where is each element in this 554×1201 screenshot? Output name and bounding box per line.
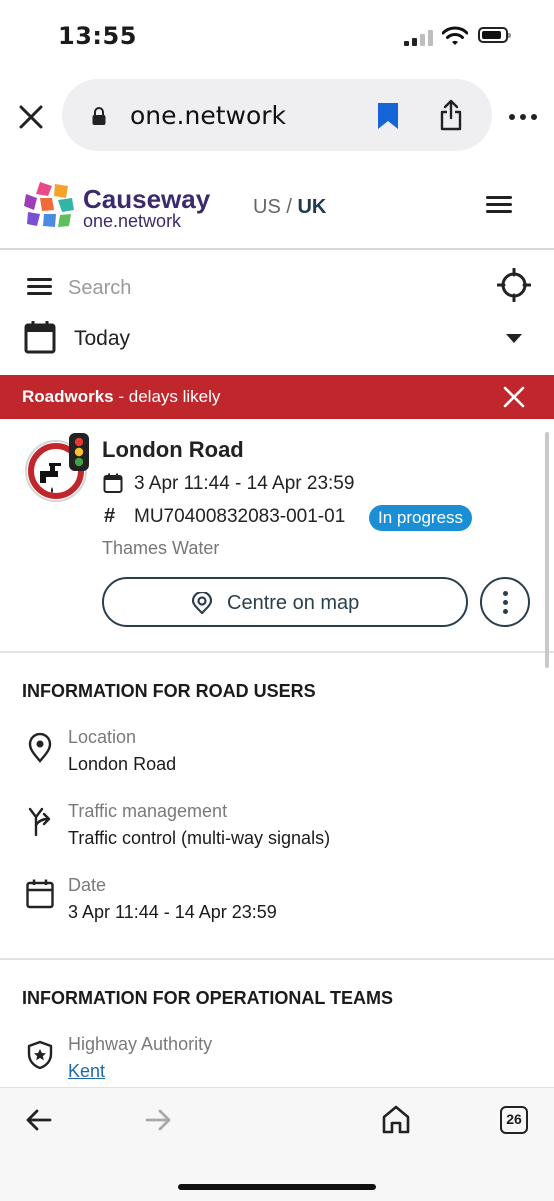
traffic-management-label: Traffic management [68, 801, 228, 821]
lock-icon [92, 107, 106, 125]
more-actions-button[interactable] [480, 577, 530, 627]
browser-toolbar: one.network [0, 76, 554, 158]
brand-subtitle: one.network [83, 211, 182, 231]
forward-arrow-icon[interactable] [145, 1108, 171, 1132]
event-card: London Road 3 Apr 11:44 - 14 Apr 23:59 #… [0, 419, 554, 653]
address-bar[interactable]: one.network [62, 79, 492, 151]
more-options-icon[interactable] [509, 114, 537, 120]
location-pin-icon [28, 733, 52, 763]
event-dates: 3 Apr 11:44 - 14 Apr 23:59 [134, 473, 355, 494]
status-time: 13:55 [58, 22, 137, 50]
close-icon[interactable] [503, 386, 525, 408]
region-separator: / [286, 196, 292, 218]
filter-menu-icon[interactable] [27, 278, 52, 295]
region-uk-link[interactable]: UK [297, 196, 326, 218]
highway-authority-link[interactable]: Kent [68, 1061, 105, 1082]
browser-bottom-bar: 26 [0, 1087, 554, 1201]
highway-authority-label: Highway Authority [68, 1034, 213, 1054]
centre-on-map-label: Centre on map [227, 592, 360, 614]
back-arrow-icon[interactable] [26, 1108, 52, 1132]
status-badge: In progress [369, 505, 473, 531]
event-title: London Road [102, 437, 244, 462]
cellular-signal-icon [404, 30, 434, 46]
roadworks-signals-icon [25, 433, 89, 502]
section-title: INFORMATION FOR OPERATIONAL TEAMS [22, 988, 393, 1008]
share-icon[interactable] [439, 99, 463, 131]
locate-me-icon[interactable] [497, 268, 531, 302]
section-title: INFORMATION FOR ROAD USERS [22, 681, 316, 701]
url-text: one.network [130, 101, 286, 130]
road-users-section: INFORMATION FOR ROAD USERS Location Lond… [0, 653, 554, 958]
region-us-link[interactable]: US [253, 196, 281, 218]
event-reference: MU70400832083-001-01 [134, 506, 346, 527]
home-icon[interactable] [381, 1104, 411, 1134]
bookmark-icon[interactable] [377, 102, 399, 130]
alert-message: - delays likely [118, 387, 221, 406]
calendar-icon [26, 879, 54, 909]
search-input[interactable] [66, 270, 470, 306]
location-label: Location [68, 727, 137, 747]
close-icon[interactable] [18, 104, 44, 130]
event-organisation: Thames Water [102, 538, 220, 558]
alert-text: Roadworks - delays likely [22, 387, 220, 407]
site-menu-icon[interactable] [486, 196, 512, 214]
turn-arrow-icon [28, 807, 51, 837]
alert-banner: Roadworks - delays likely [0, 375, 554, 419]
date-value: 3 Apr 11:44 - 14 Apr 23:59 [68, 902, 277, 922]
calendar-icon [24, 321, 56, 354]
location-value: London Road [68, 754, 177, 774]
traffic-management-value: Traffic control (multi-way signals) [68, 828, 331, 848]
shield-star-icon [27, 1040, 53, 1070]
region-switcher: US / UK [253, 196, 326, 219]
home-indicator [178, 1184, 376, 1190]
wifi-icon [442, 26, 468, 45]
battery-icon [478, 27, 511, 43]
causeway-logo-icon[interactable] [22, 180, 76, 230]
chevron-down-icon[interactable] [506, 334, 522, 343]
operational-section: INFORMATION FOR OPERATIONAL TEAMS Highwa… [0, 960, 554, 1087]
status-bar: 13:55 [0, 0, 554, 76]
centre-on-map-button[interactable]: Centre on map [102, 577, 468, 627]
tab-count-button[interactable]: 26 [500, 1106, 528, 1134]
map-pin-icon [192, 592, 212, 614]
date-filter-value: Today [74, 327, 131, 350]
alert-type: Roadworks [22, 387, 114, 406]
calendar-icon [103, 473, 123, 493]
site-header: Causeway one.network US / UK [0, 158, 554, 250]
search-row [0, 262, 554, 312]
hash-icon: # [104, 505, 116, 527]
date-filter[interactable]: Today [0, 316, 554, 364]
date-label: Date [68, 875, 107, 895]
scrollbar[interactable] [545, 432, 549, 668]
